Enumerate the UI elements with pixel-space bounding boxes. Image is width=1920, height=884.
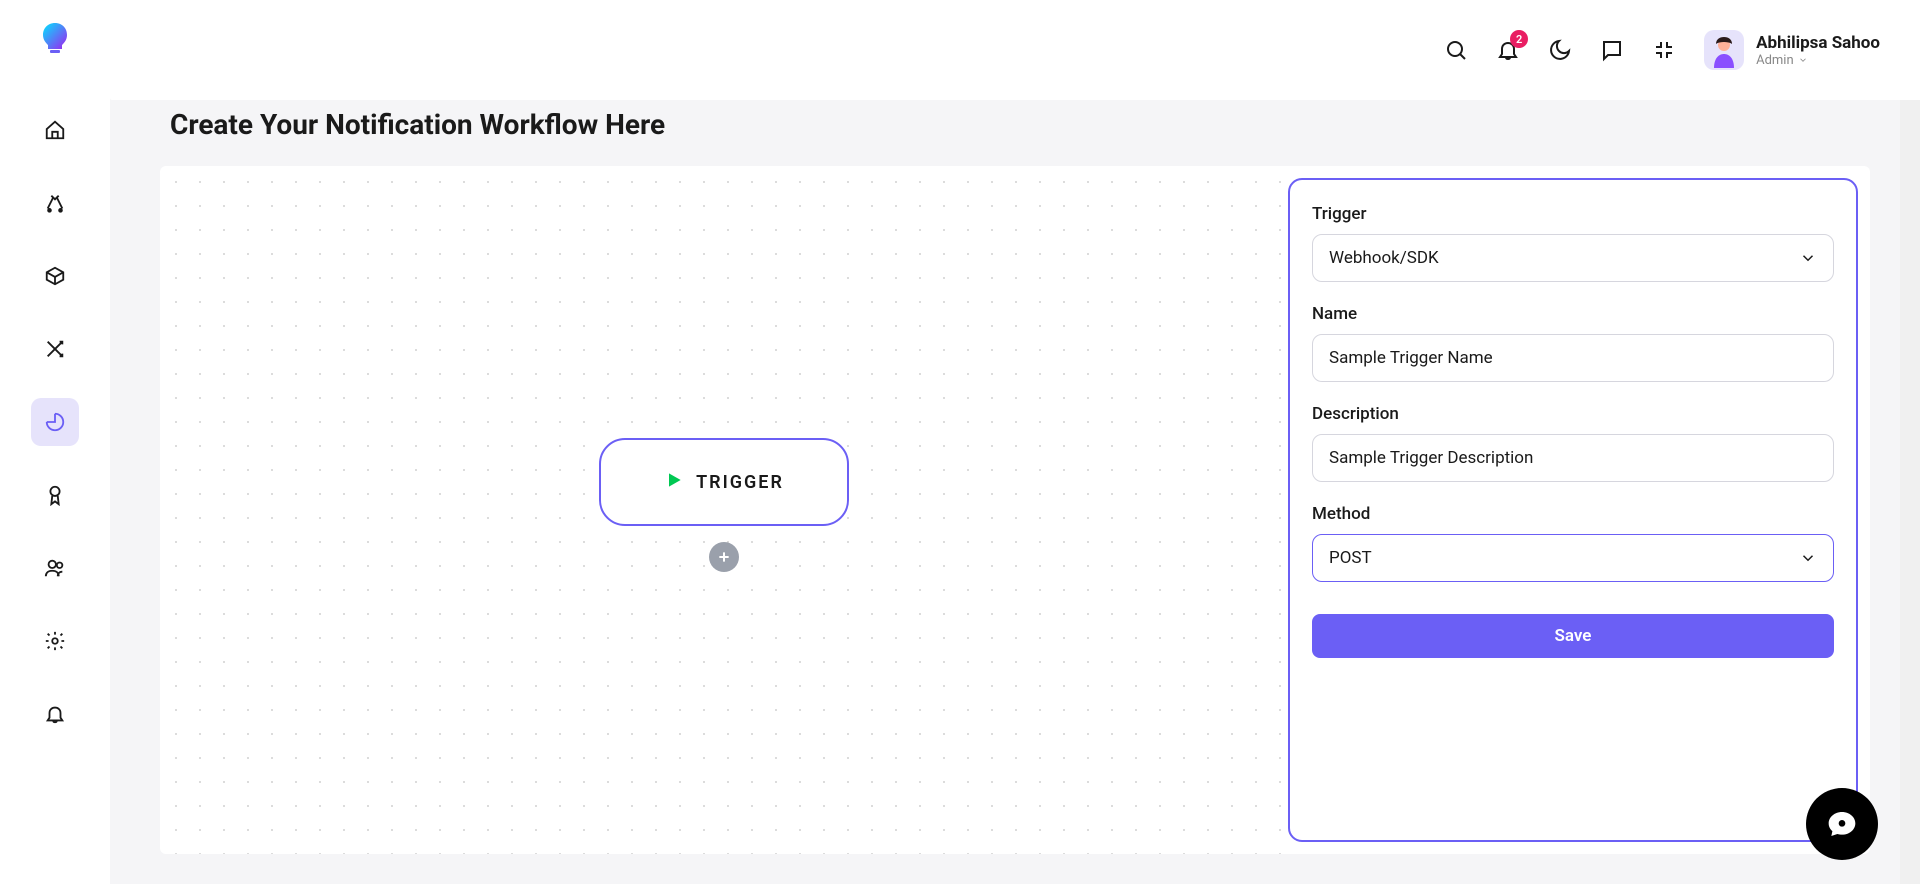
user-info: Abhilipsa Sahoo Admin — [1756, 33, 1880, 68]
trigger-node[interactable]: TRIGGER — [599, 438, 849, 526]
minimize-icon[interactable] — [1652, 38, 1676, 62]
name-input[interactable] — [1329, 348, 1817, 368]
sidebar-item-settings[interactable] — [31, 617, 79, 665]
name-label: Name — [1312, 304, 1834, 324]
sidebar-item-users[interactable] — [31, 544, 79, 592]
method-value: POST — [1329, 548, 1372, 568]
chat-widget-button[interactable] — [1806, 788, 1878, 860]
user-role: Admin — [1756, 53, 1880, 68]
sidebar — [0, 0, 110, 884]
avatar — [1704, 30, 1744, 70]
play-icon — [664, 470, 684, 494]
trigger-type-value: Webhook/SDK — [1329, 248, 1439, 268]
add-node-button[interactable] — [709, 542, 739, 572]
sidebar-nav — [31, 106, 79, 738]
moon-icon[interactable] — [1548, 38, 1572, 62]
user-name: Abhilipsa Sahoo — [1756, 33, 1880, 53]
user-menu[interactable]: Abhilipsa Sahoo Admin — [1704, 30, 1880, 70]
sidebar-item-routes[interactable] — [31, 179, 79, 227]
notification-badge: 2 — [1510, 30, 1528, 48]
page-title: Create Your Notification Workflow Here — [170, 108, 1870, 141]
main-content: Create Your Notification Workflow Here T… — [110, 100, 1920, 884]
chevron-down-icon — [1799, 549, 1817, 567]
save-button[interactable]: Save — [1312, 614, 1834, 658]
sidebar-item-shuffle[interactable] — [31, 325, 79, 373]
sidebar-item-analytics[interactable] — [31, 398, 79, 446]
trigger-node-label: TRIGGER — [696, 472, 784, 493]
method-select[interactable]: POST — [1312, 534, 1834, 582]
sidebar-item-award[interactable] — [31, 471, 79, 519]
chevron-down-icon — [1798, 55, 1808, 65]
bell-icon[interactable]: 2 — [1496, 38, 1520, 62]
description-label: Description — [1312, 404, 1834, 424]
app-logo[interactable] — [37, 20, 73, 56]
description-field: Description — [1312, 404, 1834, 482]
name-input-wrap — [1312, 334, 1834, 382]
description-input-wrap — [1312, 434, 1834, 482]
workflow-canvas[interactable]: TRIGGER — [160, 166, 1288, 854]
sidebar-item-package[interactable] — [31, 252, 79, 300]
search-icon[interactable] — [1444, 38, 1468, 62]
topbar: 2 Abhilipsa Sahoo Admin — [110, 0, 1920, 100]
description-input[interactable] — [1329, 448, 1817, 468]
message-icon[interactable] — [1600, 38, 1624, 62]
sidebar-item-notifications[interactable] — [31, 690, 79, 738]
trigger-config-panel: Trigger Webhook/SDK Name Description — [1288, 178, 1858, 842]
page-scrollbar[interactable] — [1900, 0, 1920, 884]
name-field: Name — [1312, 304, 1834, 382]
trigger-type-label: Trigger — [1312, 204, 1834, 224]
trigger-type-select[interactable]: Webhook/SDK — [1312, 234, 1834, 282]
method-label: Method — [1312, 504, 1834, 524]
method-field: Method POST — [1312, 504, 1834, 582]
sidebar-item-home[interactable] — [31, 106, 79, 154]
trigger-type-field: Trigger Webhook/SDK — [1312, 204, 1834, 282]
chevron-down-icon — [1799, 249, 1817, 267]
workflow-workspace: TRIGGER Trigger Webhook/SDK Name — [160, 166, 1870, 854]
